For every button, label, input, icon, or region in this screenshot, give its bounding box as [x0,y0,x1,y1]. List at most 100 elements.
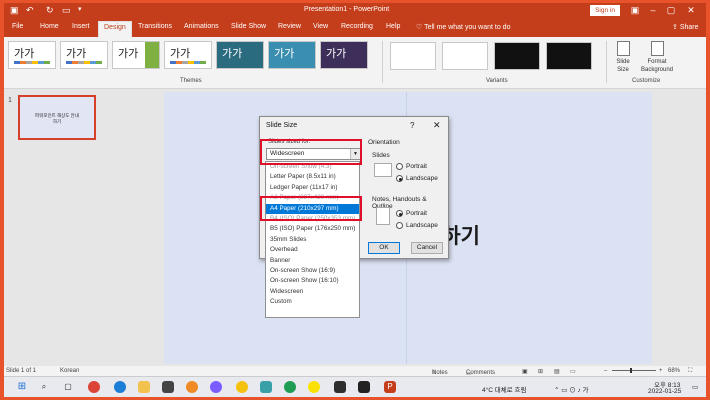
variant-3[interactable] [494,42,540,70]
tab-animations[interactable]: Animations [184,23,219,30]
dropdown-option[interactable]: Widescreen [266,287,359,297]
reading-view-icon[interactable]: ▤ [554,368,560,375]
themes-group-label: Themes [180,78,202,84]
minimize-icon[interactable]: – [646,5,660,15]
tab-insert[interactable]: Insert [72,23,90,30]
dropdown-option[interactable]: 35mm Slides [266,235,359,245]
theme-preview-text: 가가 [326,48,347,60]
dropdown-option[interactable]: On-screen Show (16:9) [266,266,359,276]
close-window-icon[interactable]: ✕ [684,5,698,16]
tab-recording[interactable]: Recording [341,23,373,30]
app-icon[interactable] [260,381,272,393]
undo-icon[interactable]: ↶ [26,5,34,16]
notes-portrait-radio[interactable]: Portrait [396,210,427,217]
dialog-title: Slide Size [266,122,298,129]
dropdown-option[interactable]: B5 (ISO) Paper (176x250 mm) [266,224,359,234]
clock-date[interactable]: 2022-01-25 [648,388,681,395]
tab-home[interactable]: Home [40,23,59,30]
windows-start-icon[interactable]: ⊞ [16,381,28,393]
radio-dot [396,163,403,170]
tab-view[interactable]: View [313,23,328,30]
powerpoint-icon[interactable]: P [384,381,396,393]
slideshow-view-icon[interactable]: ▭ [570,368,576,375]
thumbnail-number: 1 [8,97,12,104]
weather-widget[interactable]: 4°C 대체로 흐림 [482,384,526,394]
format-background-icon [650,41,664,56]
zoom-slider[interactable] [612,368,656,373]
redo-icon[interactable]: ↻ [46,5,54,16]
format-background-button[interactable]: Format Background [638,41,676,74]
zoom-out-icon[interactable]: – [604,368,607,374]
search-icon[interactable]: ⌕ [38,381,50,393]
tab-file[interactable]: File [12,23,23,30]
zoom-level[interactable]: 68% [668,368,680,374]
dropdown-option[interactable]: Letter Paper (8.5x11 in) [266,172,359,182]
edge-icon[interactable] [114,381,126,393]
slide-size-icon [616,41,630,56]
variant-4[interactable] [546,42,592,70]
app-icon[interactable] [210,381,222,393]
slides-portrait-radio[interactable]: Portrait [396,163,427,170]
start-from-beginning-icon[interactable]: ▭ [62,5,71,16]
slide-size-button[interactable]: Slide Size [610,41,636,74]
theme-preview-text: 가가 [222,48,243,60]
customize-quick-access-icon[interactable]: ▾ [78,5,82,13]
maximize-icon[interactable]: ▢ [664,5,678,16]
theme-4[interactable]: 가가 [164,41,212,69]
app-icon[interactable] [334,381,346,393]
normal-view-icon[interactable]: ▣ [522,368,528,375]
theme-office[interactable]: 가가 [8,41,56,69]
save-icon[interactable]: ▣ [10,5,19,16]
dropdown-option[interactable]: Banner [266,256,359,266]
tray-icons[interactable]: ⌃ ▭ ⊙ ♪ 가 [554,384,589,394]
theme-colors [14,61,50,64]
store-icon[interactable] [162,381,174,393]
slide-thumbnail[interactable]: 파워포인트 해상도 안내하기 [18,95,96,140]
fit-to-window-icon[interactable]: ⛶ [688,368,692,375]
tab-slide-show[interactable]: Slide Show [231,23,266,30]
ribbon-display-icon[interactable]: ▣ [628,5,642,16]
dropdown-option[interactable]: Overhead [266,245,359,255]
ok-button[interactable]: OK [368,242,400,254]
app-icon[interactable] [236,381,248,393]
portrait-label: Portrait [406,210,427,218]
theme-5[interactable]: 가가 [216,41,264,69]
chrome-icon[interactable] [88,381,100,393]
separator [382,41,383,83]
variant-1[interactable] [390,42,436,70]
dropdown-option[interactable]: Ledger Paper (11x17 in) [266,183,359,193]
theme-6[interactable]: 가가 [268,41,316,69]
theme-7[interactable]: 가가 [320,41,368,69]
highlight-size-select [260,139,362,165]
tab-review[interactable]: Review [278,23,301,30]
share-button[interactable]: ⇪ Share [672,23,699,31]
zoom-in-icon[interactable]: + [659,368,663,374]
app-icon[interactable] [186,381,198,393]
slide-sorter-icon[interactable]: ⊞ [538,368,543,375]
powerpoint-window: ▣ ↶ ↻ ▭ ▾ Presentation1 - PowerPoint Sig… [4,3,706,397]
app-icon[interactable] [284,381,296,393]
tab-transitions[interactable]: Transitions [138,23,172,30]
slides-landscape-radio[interactable]: Landscape [396,175,438,182]
tell-me-search[interactable]: ♡ Tell me what you want to do [416,23,510,31]
task-view-icon[interactable]: ▢ [62,381,74,393]
close-icon[interactable]: ✕ [433,120,441,131]
file-explorer-icon[interactable] [138,381,150,393]
tab-design[interactable]: Design [98,21,132,37]
notification-icon[interactable]: ▭ [692,383,698,391]
language-status[interactable]: Korean [60,368,79,374]
dropdown-option[interactable]: Custom [266,297,359,307]
help-icon[interactable]: ? [410,121,414,130]
kakaotalk-icon[interactable] [308,381,320,393]
tab-help[interactable]: Help [386,23,400,30]
format-background-label: Format Background [640,59,674,73]
cancel-button[interactable]: Cancel [411,242,443,254]
app-icon[interactable] [358,381,370,393]
dropdown-option[interactable]: On-screen Show (16:10) [266,276,359,286]
theme-2[interactable]: 가가 [60,41,108,69]
variant-2[interactable] [442,42,488,70]
radio-dot-selected [396,175,403,182]
theme-3[interactable]: 가가 [112,41,160,69]
sign-in-button[interactable]: Sign in [590,5,620,16]
notes-landscape-radio[interactable]: Landscape [396,222,438,229]
